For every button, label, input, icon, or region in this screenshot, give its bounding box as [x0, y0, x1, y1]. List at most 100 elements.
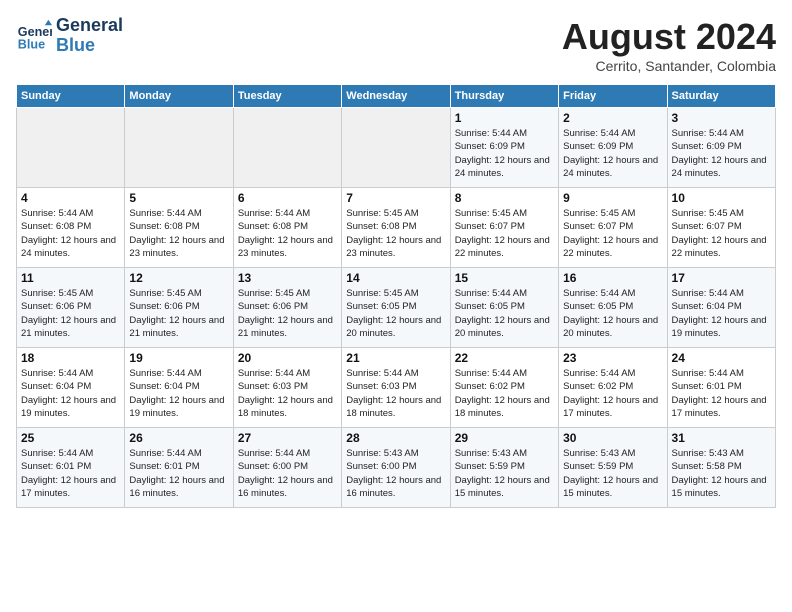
day-info: Sunrise: 5:44 AM Sunset: 6:09 PM Dayligh… — [563, 127, 662, 180]
day-info: Sunrise: 5:44 AM Sunset: 6:04 PM Dayligh… — [21, 367, 120, 420]
calendar-day-cell: 6 Sunrise: 5:44 AM Sunset: 6:08 PM Daylig… — [233, 188, 341, 268]
day-number: 3 — [672, 111, 771, 125]
day-number: 24 — [672, 351, 771, 365]
day-info: Sunrise: 5:44 AM Sunset: 6:04 PM Dayligh… — [129, 367, 228, 420]
calendar-day-cell: 5 Sunrise: 5:44 AM Sunset: 6:08 PM Daylig… — [125, 188, 233, 268]
calendar-day-cell: 31 Sunrise: 5:43 AM Sunset: 5:58 PM Dayli… — [667, 428, 775, 508]
day-of-week-header: Saturday — [667, 85, 775, 108]
calendar-day-cell: 18 Sunrise: 5:44 AM Sunset: 6:04 PM Dayli… — [17, 348, 125, 428]
day-info: Sunrise: 5:44 AM Sunset: 6:01 PM Dayligh… — [672, 367, 771, 420]
day-of-week-header: Wednesday — [342, 85, 450, 108]
day-number: 29 — [455, 431, 554, 445]
day-info: Sunrise: 5:44 AM Sunset: 6:01 PM Dayligh… — [21, 447, 120, 500]
day-number: 28 — [346, 431, 445, 445]
calendar-day-cell: 28 Sunrise: 5:43 AM Sunset: 6:00 PM Dayli… — [342, 428, 450, 508]
calendar-day-cell — [17, 108, 125, 188]
calendar-day-cell: 2 Sunrise: 5:44 AM Sunset: 6:09 PM Daylig… — [559, 108, 667, 188]
day-number: 11 — [21, 271, 120, 285]
calendar-week-row: 4 Sunrise: 5:44 AM Sunset: 6:08 PM Daylig… — [17, 188, 776, 268]
calendar-day-cell: 11 Sunrise: 5:45 AM Sunset: 6:06 PM Dayli… — [17, 268, 125, 348]
day-info: Sunrise: 5:45 AM Sunset: 6:07 PM Dayligh… — [672, 207, 771, 260]
day-number: 31 — [672, 431, 771, 445]
calendar-day-cell: 17Sunrise: 5:44 AM Sunset: 6:04 PM Dayli… — [667, 268, 775, 348]
day-number: 12 — [129, 271, 228, 285]
day-info: Sunrise: 5:45 AM Sunset: 6:07 PM Dayligh… — [563, 207, 662, 260]
day-number: 4 — [21, 191, 120, 205]
day-number: 20 — [238, 351, 337, 365]
calendar-day-cell: 19 Sunrise: 5:44 AM Sunset: 6:04 PM Dayli… — [125, 348, 233, 428]
day-info: Sunrise: 5:45 AM Sunset: 6:06 PM Dayligh… — [238, 287, 337, 340]
calendar-day-cell: 14Sunrise: 5:45 AM Sunset: 6:05 PM Dayli… — [342, 268, 450, 348]
day-number: 14 — [346, 271, 445, 285]
calendar-day-cell: 3 Sunrise: 5:44 AM Sunset: 6:09 PM Daylig… — [667, 108, 775, 188]
svg-text:Blue: Blue — [18, 37, 45, 51]
calendar-day-cell: 29Sunrise: 5:43 AM Sunset: 5:59 PM Dayli… — [450, 428, 558, 508]
day-number: 21 — [346, 351, 445, 365]
day-number: 18 — [21, 351, 120, 365]
day-info: Sunrise: 5:44 AM Sunset: 6:05 PM Dayligh… — [455, 287, 554, 340]
calendar-week-row: 18 Sunrise: 5:44 AM Sunset: 6:04 PM Dayli… — [17, 348, 776, 428]
calendar-day-cell: 16 Sunrise: 5:44 AM Sunset: 6:05 PM Dayli… — [559, 268, 667, 348]
day-info: Sunrise: 5:44 AM Sunset: 6:03 PM Dayligh… — [346, 367, 445, 420]
calendar-day-cell: 12 Sunrise: 5:45 AM Sunset: 6:06 PM Dayli… — [125, 268, 233, 348]
day-number: 13 — [238, 271, 337, 285]
calendar-day-cell: 25 Sunrise: 5:44 AM Sunset: 6:01 PM Dayli… — [17, 428, 125, 508]
calendar-week-row: 25 Sunrise: 5:44 AM Sunset: 6:01 PM Dayli… — [17, 428, 776, 508]
day-info: Sunrise: 5:44 AM Sunset: 6:02 PM Dayligh… — [563, 367, 662, 420]
calendar-day-cell: 4 Sunrise: 5:44 AM Sunset: 6:08 PM Daylig… — [17, 188, 125, 268]
day-info: Sunrise: 5:44 AM Sunset: 6:08 PM Dayligh… — [21, 207, 120, 260]
calendar-day-cell: 15 Sunrise: 5:44 AM Sunset: 6:05 PM Dayli… — [450, 268, 558, 348]
day-of-week-header: Thursday — [450, 85, 558, 108]
day-number: 1 — [455, 111, 554, 125]
day-number: 6 — [238, 191, 337, 205]
logo-text-blue: Blue — [56, 36, 123, 56]
day-number: 5 — [129, 191, 228, 205]
calendar-day-cell: 30 Sunrise: 5:43 AM Sunset: 5:59 PM Dayli… — [559, 428, 667, 508]
calendar-table: SundayMondayTuesdayWednesdayThursdayFrid… — [16, 84, 776, 508]
day-info: Sunrise: 5:45 AM Sunset: 6:06 PM Dayligh… — [129, 287, 228, 340]
day-info: Sunrise: 5:44 AM Sunset: 6:03 PM Dayligh… — [238, 367, 337, 420]
calendar-week-row: 11 Sunrise: 5:45 AM Sunset: 6:06 PM Dayli… — [17, 268, 776, 348]
day-info: Sunrise: 5:44 AM Sunset: 6:00 PM Dayligh… — [238, 447, 337, 500]
calendar-day-cell: 1Sunrise: 5:44 AM Sunset: 6:09 PM Daylig… — [450, 108, 558, 188]
title-block: August 2024 Cerrito, Santander, Colombia — [562, 16, 776, 74]
day-number: 8 — [455, 191, 554, 205]
calendar-day-cell — [342, 108, 450, 188]
day-info: Sunrise: 5:44 AM Sunset: 6:09 PM Dayligh… — [672, 127, 771, 180]
logo: General Blue General Blue — [16, 16, 123, 56]
day-of-week-header: Monday — [125, 85, 233, 108]
calendar-day-cell: 23 Sunrise: 5:44 AM Sunset: 6:02 PM Dayli… — [559, 348, 667, 428]
calendar-day-cell: 13 Sunrise: 5:45 AM Sunset: 6:06 PM Dayli… — [233, 268, 341, 348]
calendar-title: August 2024 — [562, 16, 776, 58]
page-header: General Blue General Blue August 2024 Ce… — [16, 16, 776, 74]
day-info: Sunrise: 5:44 AM Sunset: 6:05 PM Dayligh… — [563, 287, 662, 340]
calendar-day-cell: 26Sunrise: 5:44 AM Sunset: 6:01 PM Dayli… — [125, 428, 233, 508]
day-info: Sunrise: 5:45 AM Sunset: 6:06 PM Dayligh… — [21, 287, 120, 340]
day-number: 25 — [21, 431, 120, 445]
calendar-day-cell: 20 Sunrise: 5:44 AM Sunset: 6:03 PM Dayli… — [233, 348, 341, 428]
day-number: 2 — [563, 111, 662, 125]
day-number: 23 — [563, 351, 662, 365]
day-info: Sunrise: 5:43 AM Sunset: 6:00 PM Dayligh… — [346, 447, 445, 500]
day-of-week-header: Friday — [559, 85, 667, 108]
calendar-subtitle: Cerrito, Santander, Colombia — [562, 58, 776, 74]
day-info: Sunrise: 5:44 AM Sunset: 6:08 PM Dayligh… — [129, 207, 228, 260]
day-number: 30 — [563, 431, 662, 445]
logo-icon: General Blue — [16, 18, 52, 54]
day-info: Sunrise: 5:44 AM Sunset: 6:04 PM Dayligh… — [672, 287, 771, 340]
logo-text-general: General — [56, 16, 123, 36]
day-number: 9 — [563, 191, 662, 205]
day-info: Sunrise: 5:43 AM Sunset: 5:59 PM Dayligh… — [563, 447, 662, 500]
day-number: 15 — [455, 271, 554, 285]
calendar-day-cell: 8 Sunrise: 5:45 AM Sunset: 6:07 PM Daylig… — [450, 188, 558, 268]
day-number: 26 — [129, 431, 228, 445]
day-number: 16 — [563, 271, 662, 285]
calendar-day-cell — [125, 108, 233, 188]
day-info: Sunrise: 5:45 AM Sunset: 6:08 PM Dayligh… — [346, 207, 445, 260]
day-number: 19 — [129, 351, 228, 365]
day-info: Sunrise: 5:43 AM Sunset: 5:58 PM Dayligh… — [672, 447, 771, 500]
calendar-week-row: 1 Sunrise: 5:44 AM Sunset: 6:09 PM Daylig… — [17, 108, 776, 188]
day-info: Sunrise: 5:45 AM Sunset: 6:07 PM Dayligh… — [455, 207, 554, 260]
day-info: Sunrise: 5:44 AM Sunset: 6:08 PM Dayligh… — [238, 207, 337, 260]
day-of-week-header: Sunday — [17, 85, 125, 108]
